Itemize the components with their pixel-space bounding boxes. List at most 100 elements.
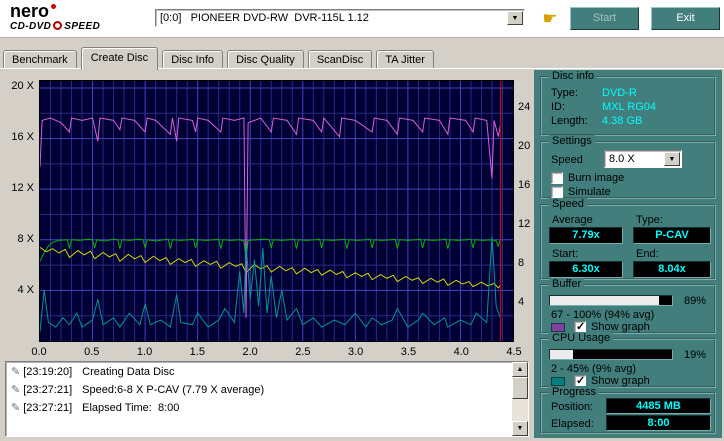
log-entry: ✎ [23:19:20] Creating Data Disc bbox=[8, 363, 510, 381]
tab-bar: Benchmark Create Disc Disc Info Disc Qua… bbox=[3, 47, 435, 70]
tab-create-disc[interactable]: Create Disc bbox=[80, 47, 159, 70]
disc-id-label: ID: bbox=[551, 101, 566, 113]
disc-type-value: DVD-R bbox=[602, 87, 637, 99]
disc-id-value: MXL RG04 bbox=[602, 101, 657, 113]
position-value: 4485 MB bbox=[606, 398, 711, 414]
x-axis-tick: 1.5 bbox=[189, 346, 205, 358]
settings-title: Settings bbox=[549, 135, 595, 147]
log-entry: ✎ [23:27:21] Elapsed Time: 8:00 bbox=[8, 399, 510, 417]
y-axis-left-tick: 12 X bbox=[11, 182, 34, 194]
tab-disc-info[interactable]: Disc Info bbox=[162, 50, 224, 69]
start-value: 6.30x bbox=[549, 261, 623, 278]
average-label: Average bbox=[552, 214, 593, 226]
cpu-progress-fill bbox=[550, 350, 574, 359]
simulate-label: Simulate bbox=[568, 186, 611, 198]
average-value: 7.79x bbox=[549, 227, 623, 244]
burn-image-checkbox-box[interactable] bbox=[551, 172, 563, 184]
buffer-title: Buffer bbox=[549, 278, 585, 290]
x-axis-tick: 0.0 bbox=[31, 346, 47, 358]
cpu-usage-group: CPU Usage 19% 2 - 45% (9% avg) Show grap… bbox=[540, 332, 716, 388]
side-panel: Disc info Type: DVD-R ID: MXL RG04 Lengt… bbox=[534, 70, 722, 438]
cpu-usage-title: CPU Usage bbox=[549, 332, 614, 344]
disc-length-label: Length: bbox=[551, 115, 588, 127]
speed-group-title: Speed bbox=[549, 198, 587, 210]
scrollbar-thumb[interactable] bbox=[512, 377, 528, 399]
log-entry-icon: ✎ bbox=[11, 384, 21, 396]
x-axis-tick: 0.5 bbox=[84, 346, 100, 358]
speed-setting-label: Speed bbox=[551, 154, 583, 166]
cpu-color-swatch bbox=[551, 377, 565, 386]
speed-group: Speed Average Type: 7.79x P-CAV Start: E… bbox=[540, 198, 716, 280]
position-label: Position: bbox=[551, 401, 594, 413]
log-entry-time: [23:27:21] bbox=[23, 402, 73, 414]
plot-wrap: 4 X 8 X 12 X 16 X 20 X 4 8 12 16 20 24 0.0 0.5 1.0 1.5… bbox=[2, 75, 534, 359]
log-entry-time: [23:19:20] bbox=[23, 366, 73, 378]
x-axis-tick: 3.0 bbox=[348, 346, 364, 358]
y-axis-right-tick: 4 bbox=[518, 295, 525, 308]
exit-button[interactable]: Exit bbox=[651, 7, 720, 30]
log-entry-icon: ✎ bbox=[11, 366, 21, 378]
type-value: P-CAV bbox=[633, 227, 711, 244]
type-label: Type: bbox=[636, 214, 663, 226]
nero-logo-text: nero bbox=[10, 1, 50, 21]
cpu-progressbar bbox=[549, 349, 673, 360]
nero-logo-wordmark: nero bbox=[10, 2, 100, 21]
progress-title: Progress bbox=[549, 386, 600, 398]
y-axis-right-tick: 12 bbox=[518, 217, 531, 230]
scroll-down-button[interactable]: ▼ bbox=[512, 421, 528, 436]
cpu-show-graph-label: Show graph bbox=[591, 375, 650, 387]
disc-type-label: Type: bbox=[551, 87, 578, 99]
hand-pointer-icon: ☛ bbox=[542, 9, 558, 28]
x-axis-tick: 4.5 bbox=[506, 346, 522, 358]
y-axis-right-tick: 20 bbox=[518, 139, 531, 152]
end-value: 8.04x bbox=[633, 261, 711, 278]
y-axis-right-tick: 8 bbox=[518, 256, 525, 269]
speed-select[interactable]: 8.0 X ▼ bbox=[604, 150, 682, 168]
x-axis-tick: 1.0 bbox=[136, 346, 153, 358]
end-label: End: bbox=[636, 248, 659, 260]
log-entry-text: Speed:6-8 X P-CAV (7.79 X average) bbox=[82, 384, 265, 396]
progress-group: Progress Position: 4485 MB Elapsed: 8:00 bbox=[540, 386, 716, 434]
settings-group: Settings Speed 8.0 X ▼ Burn image Simula… bbox=[540, 135, 716, 199]
tab-disc-quality[interactable]: Disc Quality bbox=[227, 50, 304, 69]
simulate-checkbox-box[interactable] bbox=[551, 186, 563, 198]
disc-info-group: Disc info Type: DVD-R ID: MXL RG04 Lengt… bbox=[540, 70, 716, 136]
chevron-down-icon: ▼ bbox=[668, 156, 676, 163]
top-bar: nero CD-DVD SPEED [0:0] PIONEER DVD-RW DV… bbox=[0, 0, 724, 38]
log-entry-text: Creating Data Disc bbox=[82, 366, 175, 378]
tab-scandisc[interactable]: ScanDisc bbox=[307, 50, 373, 69]
buffer-group: Buffer 89% 67 - 100% (94% avg) Show grap… bbox=[540, 278, 716, 334]
x-axis-tick: 2.5 bbox=[295, 346, 311, 358]
cd-dvd-speed-wordmark: CD-DVD SPEED bbox=[10, 20, 101, 32]
drive-select[interactable]: [0:0] PIONEER DVD-RW DVR-115L 1.12 ▼ bbox=[155, 9, 525, 27]
x-axis-tick: 2.0 bbox=[242, 346, 258, 358]
burn-image-checkbox[interactable]: Burn image bbox=[551, 172, 671, 185]
tab-ta-jitter[interactable]: TA Jitter bbox=[376, 50, 434, 69]
cpu-percent: 19% bbox=[684, 349, 707, 361]
options-hand-button[interactable]: ☛ bbox=[538, 7, 562, 31]
speed-select-value: 8.0 X bbox=[609, 153, 635, 165]
disc-icon bbox=[53, 20, 63, 30]
y-axis-right-tick: 16 bbox=[518, 178, 531, 191]
log-entry: ✎ [23:27:21] Speed:6-8 X P-CAV (7.79 X ave… bbox=[8, 381, 510, 399]
start-label: Start: bbox=[552, 248, 579, 260]
scroll-down-icon: ▼ bbox=[516, 425, 524, 432]
speed-select-arrow-button[interactable]: ▼ bbox=[664, 152, 680, 166]
y-axis-left-tick: 4 X bbox=[17, 284, 34, 296]
y-axis-left-tick: 16 X bbox=[11, 131, 34, 143]
x-axis-tick: 3.5 bbox=[400, 346, 417, 358]
start-button[interactable]: Start bbox=[570, 7, 639, 30]
chevron-down-icon: ▼ bbox=[511, 15, 519, 22]
scroll-up-button[interactable]: ▲ bbox=[512, 362, 528, 377]
drive-select-arrow-button[interactable]: ▼ bbox=[507, 11, 523, 25]
elapsed-label: Elapsed: bbox=[551, 418, 594, 430]
nero-logo: nero CD-DVD SPEED bbox=[10, 2, 100, 32]
tab-benchmark[interactable]: Benchmark bbox=[3, 50, 77, 69]
buffer-progressbar bbox=[549, 295, 673, 306]
chart-area: 4 X 8 X 12 X 16 X 20 X 4 8 12 16 20 24 0.0 0.5 1.0 1.5… bbox=[2, 75, 534, 359]
log-entry-text: Elapsed Time: 8:00 bbox=[82, 402, 180, 414]
drive-select-value: [0:0] PIONEER DVD-RW DVR-115L 1.12 bbox=[160, 12, 369, 24]
disc-length-value: 4.38 GB bbox=[602, 115, 643, 127]
log-area: ✎ [23:19:20] Creating Data Disc ✎ [23:27:21… bbox=[5, 361, 529, 437]
log-scrollbar[interactable]: ▲ ▼ bbox=[512, 362, 528, 436]
